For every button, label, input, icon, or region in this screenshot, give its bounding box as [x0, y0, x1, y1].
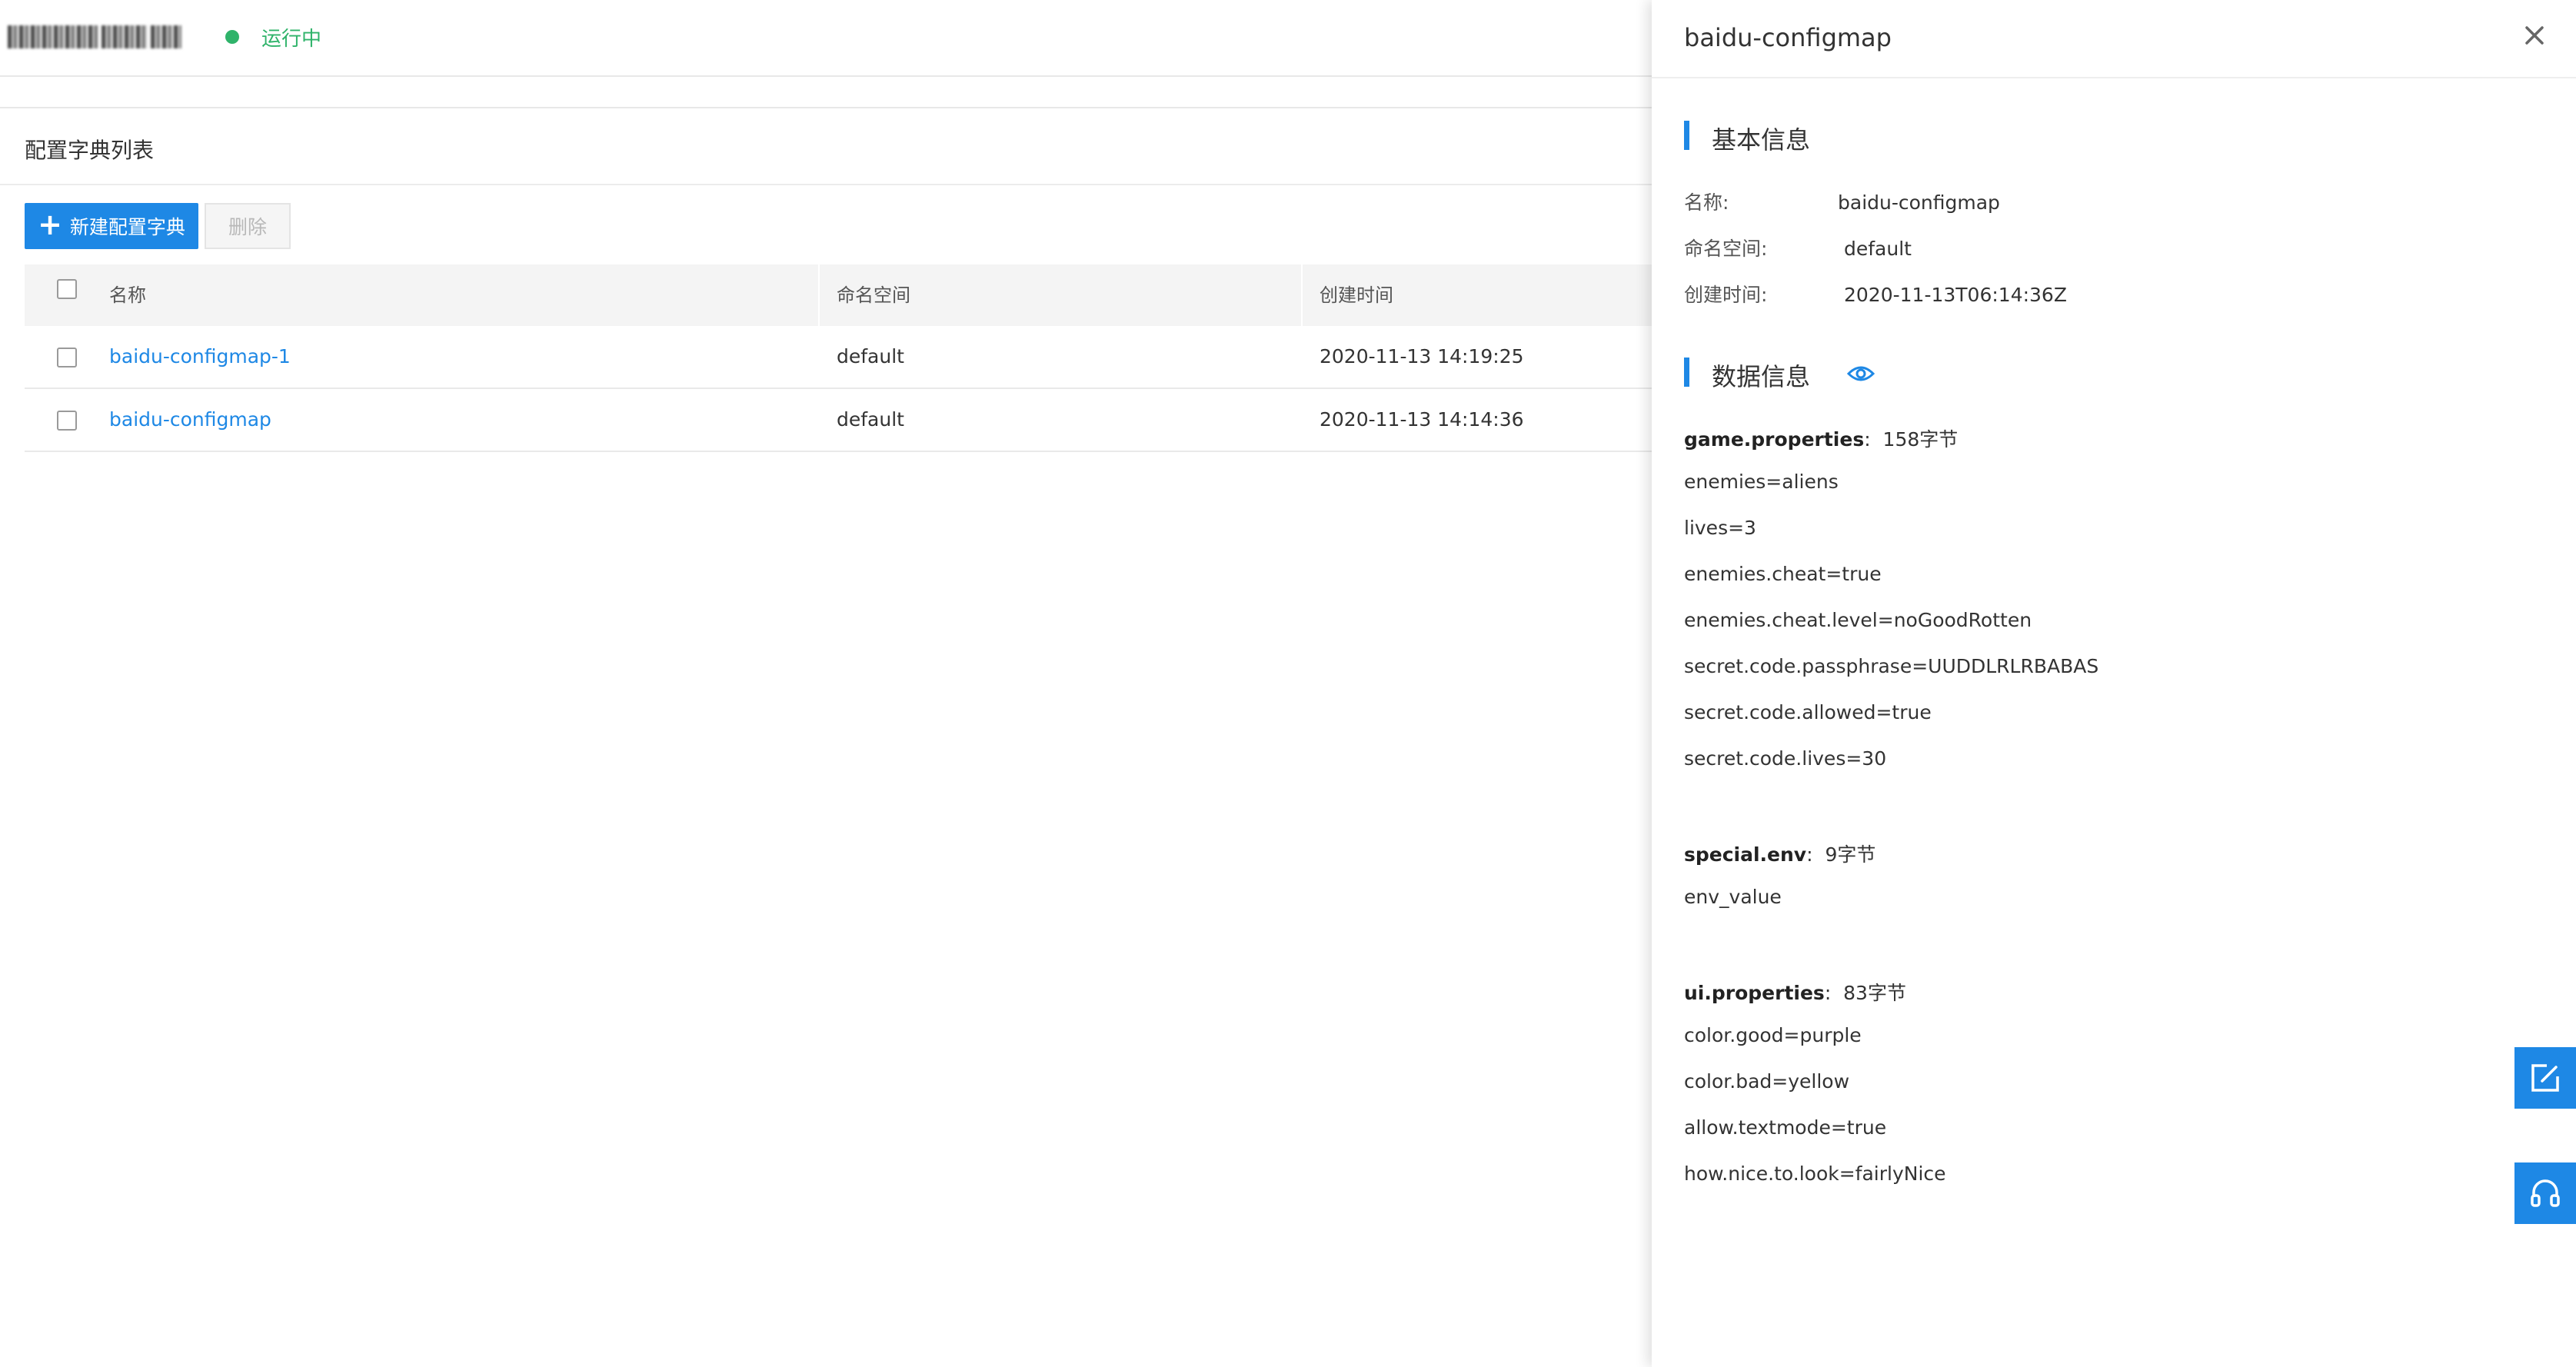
edit-icon — [2531, 1064, 2559, 1092]
configmap-name-link[interactable]: baidu-configmap-1 — [109, 326, 291, 387]
namespace-cell: default — [837, 345, 904, 368]
data-line: secret.code.passphrase=UUDDLRLRBABAS — [1684, 655, 2099, 677]
configmap-table: 名称 命名空间 创建时间 baidu-configmap-1 default 2… — [25, 264, 1652, 452]
plus-icon: + — [38, 208, 62, 241]
data-key-special-env: special.env: 9字节 — [1684, 843, 1876, 866]
created-time-cell: 2020-11-13 14:19:25 — [1320, 345, 1524, 368]
basic-info-namespace: 命名空间: default — [1684, 238, 1912, 260]
table-header: 名称 命名空间 创建时间 — [25, 264, 1652, 326]
column-header-created: 创建时间 — [1320, 284, 1393, 306]
eye-icon[interactable] — [1847, 364, 1875, 383]
data-line: enemies.cheat.level=noGoodRotten — [1684, 609, 2032, 631]
top-bar: 运行中 — [0, 0, 1652, 77]
data-line: allow.textmode=true — [1684, 1116, 1887, 1139]
data-line: secret.code.lives=30 — [1684, 747, 1887, 770]
close-icon[interactable] — [2521, 22, 2548, 49]
namespace-cell: default — [837, 408, 904, 431]
support-button[interactable] — [2514, 1162, 2576, 1224]
headset-icon — [2531, 1179, 2560, 1207]
created-time-cell: 2020-11-13 14:14:36 — [1320, 408, 1524, 431]
drawer-title: baidu-configmap — [1684, 23, 1892, 52]
data-line: env_value — [1684, 886, 1782, 908]
new-configmap-button[interactable]: + 新建配置字典 — [25, 203, 198, 249]
data-line: secret.code.allowed=true — [1684, 701, 1932, 723]
data-key-ui-properties: ui.properties: 83字节 — [1684, 982, 1906, 1004]
row-checkbox[interactable] — [57, 411, 77, 431]
data-line: how.nice.to.look=fairlyNice — [1684, 1162, 1946, 1185]
page-title: 配置字典列表 — [25, 138, 155, 163]
column-separator — [1301, 264, 1303, 326]
table-row: baidu-configmap-1 default 2020-11-13 14:… — [25, 326, 1652, 389]
data-line: lives=3 — [1684, 517, 1756, 539]
column-separator — [818, 264, 820, 326]
data-line: color.good=purple — [1684, 1024, 1862, 1046]
data-line: color.bad=yellow — [1684, 1070, 1850, 1093]
data-line: enemies=aliens — [1684, 471, 1839, 493]
table-row: baidu-configmap default 2020-11-13 14:14… — [25, 389, 1652, 452]
data-line: enemies.cheat=true — [1684, 563, 1882, 585]
page: 运行中 配置字典列表 + 新建配置字典 删除 名称 命名空间 创建时间 baid… — [0, 0, 2576, 1367]
basic-info-created: 创建时间: 2020-11-13T06:14:36Z — [1684, 284, 2067, 306]
basic-info-name: 名称: baidu-configmap — [1684, 191, 2000, 214]
configmap-detail-drawer: baidu-configmap 基本信息 名称: baidu-configmap … — [1652, 0, 2576, 1367]
configmap-name-link[interactable]: baidu-configmap — [109, 389, 271, 451]
new-configmap-label: 新建配置字典 — [69, 216, 185, 238]
row-checkbox[interactable] — [57, 348, 77, 368]
column-header-name: 名称 — [109, 284, 146, 306]
status-dot-icon — [225, 30, 239, 44]
cluster-name-redacted — [8, 22, 204, 52]
select-all-checkbox[interactable] — [57, 279, 77, 299]
status-text: 运行中 — [261, 28, 322, 51]
column-header-namespace: 命名空间 — [837, 284, 910, 306]
data-key-game-properties: game.properties: 158字节 — [1684, 428, 1959, 451]
divider — [0, 184, 1652, 185]
edit-button[interactable] — [2514, 1047, 2576, 1109]
drawer-header: baidu-configmap — [1652, 0, 2576, 78]
delete-button[interactable]: 删除 — [205, 203, 291, 249]
divider — [0, 107, 1652, 108]
